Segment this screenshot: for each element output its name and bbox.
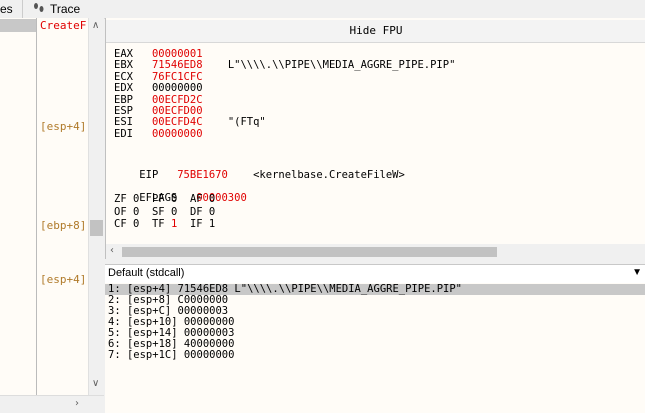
flag-value[interactable]: 1 (209, 218, 215, 230)
registers-horizontal-scrollbar[interactable]: ‹ (106, 244, 645, 259)
scroll-down-icon[interactable]: ∨ (92, 378, 99, 389)
tab-partial[interactable]: es (0, 2, 13, 16)
flag-name: ZF (114, 193, 127, 205)
registers-panel: Hide FPU EAX 00000001 EBX 71546ED8 L"\\\… (105, 18, 645, 259)
register-value[interactable]: 00000001 (152, 48, 203, 60)
flag-value[interactable]: 0 (133, 206, 139, 218)
register-name: EAX (114, 48, 133, 60)
register-row-esp[interactable]: ESP 00ECFD00 (114, 105, 228, 117)
flag-value[interactable]: 1 (171, 218, 177, 230)
register-name: ESP (114, 105, 133, 117)
current-row-highlight (0, 19, 36, 32)
flag-name: CF (114, 218, 127, 230)
register-comment: L"\\\\.\\PIPE\\MEDIA_AGGRE_PIPE.PIP" (227, 59, 456, 72)
register-name: EDX (114, 82, 133, 95)
register-value[interactable]: 00ECFD00 (152, 105, 203, 117)
flag-value[interactable]: 0 (171, 206, 177, 218)
tab-trace[interactable]: Trace (50, 2, 80, 16)
register-row-ebx[interactable]: EBX 71546ED8 L"\\\\.\\PIPE\\MEDIA_AGGRE_… (114, 59, 455, 71)
scroll-thumb[interactable] (90, 220, 103, 236)
disassembly-panel: CreateF [esp+4] [ebp+8] [esp+4] ∧ ∨ › (0, 18, 104, 413)
flag-row: OF 0 SF 0 DF 0 (114, 206, 215, 218)
calling-convention-label: Default (stdcall) (108, 267, 185, 279)
register-name: EDI (114, 127, 133, 140)
register-row-eax[interactable]: EAX 00000001 (114, 48, 228, 60)
flag-name: PF (151, 193, 165, 205)
disassembly-gutter[interactable] (0, 18, 37, 395)
disasm-label-top: CreateF (40, 19, 87, 32)
call-stack-list: 1: [esp+4] 71546ED8 L"\\\\.\\PIPE\\MEDIA… (105, 283, 645, 413)
register-name: ESI (114, 116, 133, 129)
disasm-label: [ebp+8] (40, 219, 87, 232)
flag-value[interactable]: 0 (209, 206, 215, 218)
scroll-right-icon[interactable]: › (75, 398, 79, 409)
flag-value[interactable]: 0 (133, 193, 139, 205)
register-value[interactable]: 00000000 (152, 128, 203, 140)
disasm-label: [esp+4] (40, 120, 87, 133)
flag-value[interactable]: 0 (171, 193, 177, 205)
register-row-esi[interactable]: ESI 00ECFD4C "(FTq" (114, 116, 266, 128)
flag-name: DF (189, 205, 203, 218)
calling-convention-select[interactable]: Default (stdcall) ▼ (105, 264, 645, 284)
register-value[interactable]: 00ECFD4C (152, 116, 203, 128)
flag-row: ZF 0 PF 0 AF 0 (114, 193, 215, 205)
register-row-ebp[interactable]: EBP 00ECFD2C (114, 94, 228, 106)
tab-divider (22, 0, 23, 18)
hide-fpu-button[interactable]: Hide FPU (106, 20, 645, 43)
footprints-icon (32, 1, 46, 18)
flag-row: CF 0 TF 1 IF 1 (114, 218, 215, 230)
flag-value[interactable]: 0 (209, 193, 215, 205)
register-row-edx[interactable]: EDX 00000000 (114, 82, 228, 94)
register-name: EBX (114, 59, 133, 72)
register-value[interactable]: 76FC1CFC (152, 71, 203, 83)
scroll-up-icon[interactable]: ∧ (92, 20, 99, 31)
register-name: EBP (114, 93, 133, 106)
flag-name: SF (151, 205, 165, 218)
tab-strip: es Trace (0, 0, 645, 19)
flag-name: TF (151, 218, 165, 230)
flag-name: OF (114, 205, 127, 218)
register-name: ECX (114, 70, 133, 83)
register-comment: "(FTq" (227, 116, 266, 129)
register-value[interactable]: 00ECFD2C (152, 94, 203, 106)
register-row-ecx[interactable]: ECX 76FC1CFC (114, 71, 228, 83)
register-comment: <kernelbase.CreateFileW> (253, 169, 405, 181)
flag-value[interactable]: 0 (133, 218, 139, 230)
register-value[interactable]: 71546ED8 (152, 59, 203, 71)
flag-name: IF (189, 218, 203, 230)
disasm-horizontal-scrollbar[interactable]: › (0, 395, 104, 413)
register-value[interactable]: 00000000 (152, 82, 203, 94)
dropdown-arrow-icon[interactable]: ▼ (632, 267, 642, 278)
call-stack-row[interactable]: 7: [esp+1C] 00000000 (105, 350, 645, 361)
scroll-left-icon[interactable]: ‹ (110, 245, 114, 256)
disasm-vertical-scrollbar[interactable]: ∧ ∨ (88, 18, 104, 395)
disasm-label: [esp+4] (40, 273, 87, 286)
scroll-thumb[interactable] (122, 247, 497, 257)
flag-name: AF (189, 193, 203, 205)
register-row-edi[interactable]: EDI 00000000 (114, 128, 228, 140)
